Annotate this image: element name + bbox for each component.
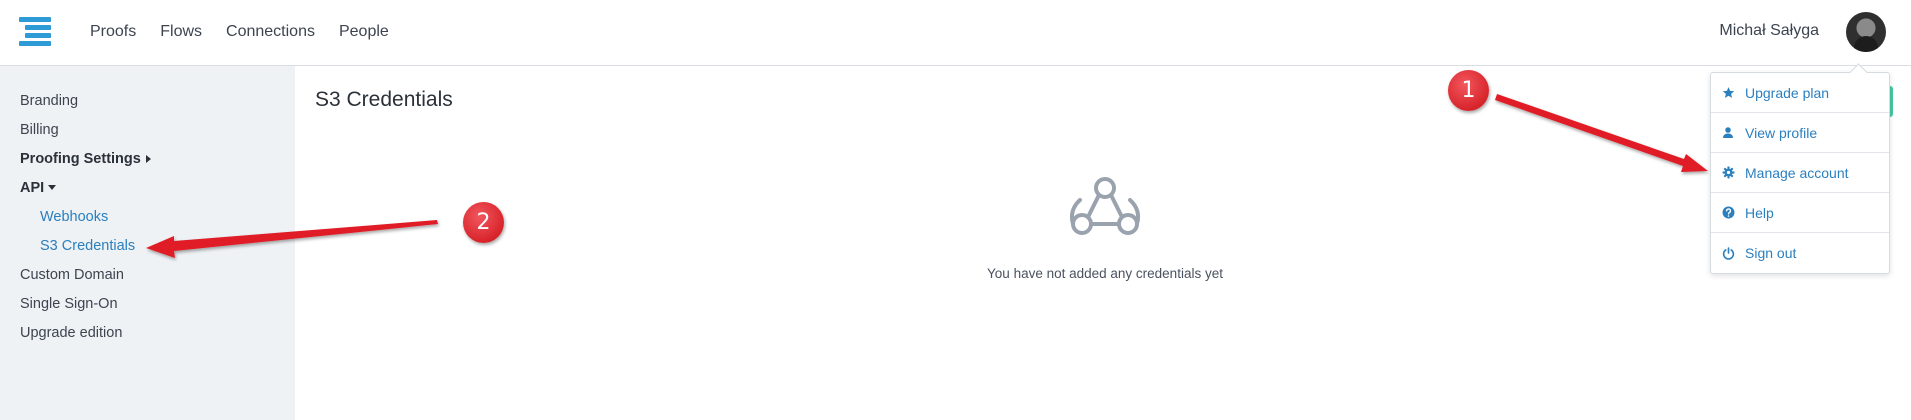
sidebar-item-custom-domain[interactable]: Custom Domain xyxy=(0,260,295,289)
menu-item-label: Upgrade plan xyxy=(1745,84,1830,101)
menu-item-label: View profile xyxy=(1745,124,1818,141)
power-icon xyxy=(1721,246,1735,260)
user-icon xyxy=(1721,126,1735,140)
sidebar-item-label: Webhooks xyxy=(40,208,109,225)
top-bar: Proofs Flows Connections People Michał S… xyxy=(0,0,1911,66)
menu-item-label: Help xyxy=(1745,204,1774,221)
annotation-arrow-1 xyxy=(1495,94,1708,172)
sidebar-item-upgrade-edition[interactable]: Upgrade edition xyxy=(0,318,295,347)
nav-connections[interactable]: Connections xyxy=(226,23,315,41)
nav-proofs[interactable]: Proofs xyxy=(90,23,136,41)
user-name[interactable]: Michał Sałyga xyxy=(1719,22,1819,40)
sidebar-item-label: Branding xyxy=(20,92,79,109)
user-menu-dropdown: Upgrade plan View profile Manage account… xyxy=(1710,72,1890,274)
caret-right-icon xyxy=(145,154,151,163)
sidebar-item-label: Upgrade edition xyxy=(20,324,123,341)
webhook-icon xyxy=(1069,177,1141,235)
sidebar-item-s3-credentials[interactable]: S3 Credentials xyxy=(0,231,295,260)
sidebar-item-label: Custom Domain xyxy=(20,266,124,283)
sidebar-item-single-sign-on[interactable]: Single Sign-On xyxy=(0,289,295,318)
empty-state-message: You have not added any credentials yet xyxy=(987,266,1223,281)
sidebar-item-api[interactable]: API xyxy=(0,173,295,202)
sidebar-item-webhooks[interactable]: Webhooks xyxy=(0,202,295,231)
menu-item-label: Manage account xyxy=(1745,164,1849,181)
gear-icon xyxy=(1721,166,1735,180)
menu-item-upgrade-plan[interactable]: Upgrade plan xyxy=(1711,73,1889,113)
menu-item-manage-account[interactable]: Manage account xyxy=(1711,153,1889,193)
annotation-badge-2: 2 xyxy=(463,202,504,243)
app-logo-icon[interactable] xyxy=(19,15,51,47)
nav-people[interactable]: People xyxy=(339,23,389,41)
menu-item-label: Sign out xyxy=(1745,245,1797,261)
avatar[interactable] xyxy=(1846,12,1886,52)
sidebar-item-label: Single Sign-On xyxy=(20,295,118,312)
sidebar: Branding Billing Proofing Settings API W… xyxy=(0,66,295,420)
menu-item-sign-out[interactable]: Sign out xyxy=(1711,233,1889,273)
sidebar-item-label: S3 Credentials xyxy=(40,237,136,254)
sidebar-item-label: API xyxy=(20,179,45,196)
menu-item-view-profile[interactable]: View profile xyxy=(1711,113,1889,153)
sidebar-item-billing[interactable]: Billing xyxy=(0,115,295,144)
star-icon xyxy=(1721,86,1735,100)
sidebar-item-branding[interactable]: Branding xyxy=(0,86,295,115)
main-nav: Proofs Flows Connections People xyxy=(90,0,413,64)
nav-flows[interactable]: Flows xyxy=(160,23,202,41)
menu-item-help[interactable]: Help xyxy=(1711,193,1889,233)
question-icon xyxy=(1721,206,1735,220)
sidebar-item-label: Proofing Settings xyxy=(20,150,141,167)
sidebar-item-proofing-settings[interactable]: Proofing Settings xyxy=(0,144,295,173)
page-title: S3 Credentials xyxy=(315,88,453,111)
annotation-badge-1: 1 xyxy=(1448,70,1489,111)
sidebar-item-label: Billing xyxy=(20,121,59,138)
caret-down-icon xyxy=(48,185,57,190)
